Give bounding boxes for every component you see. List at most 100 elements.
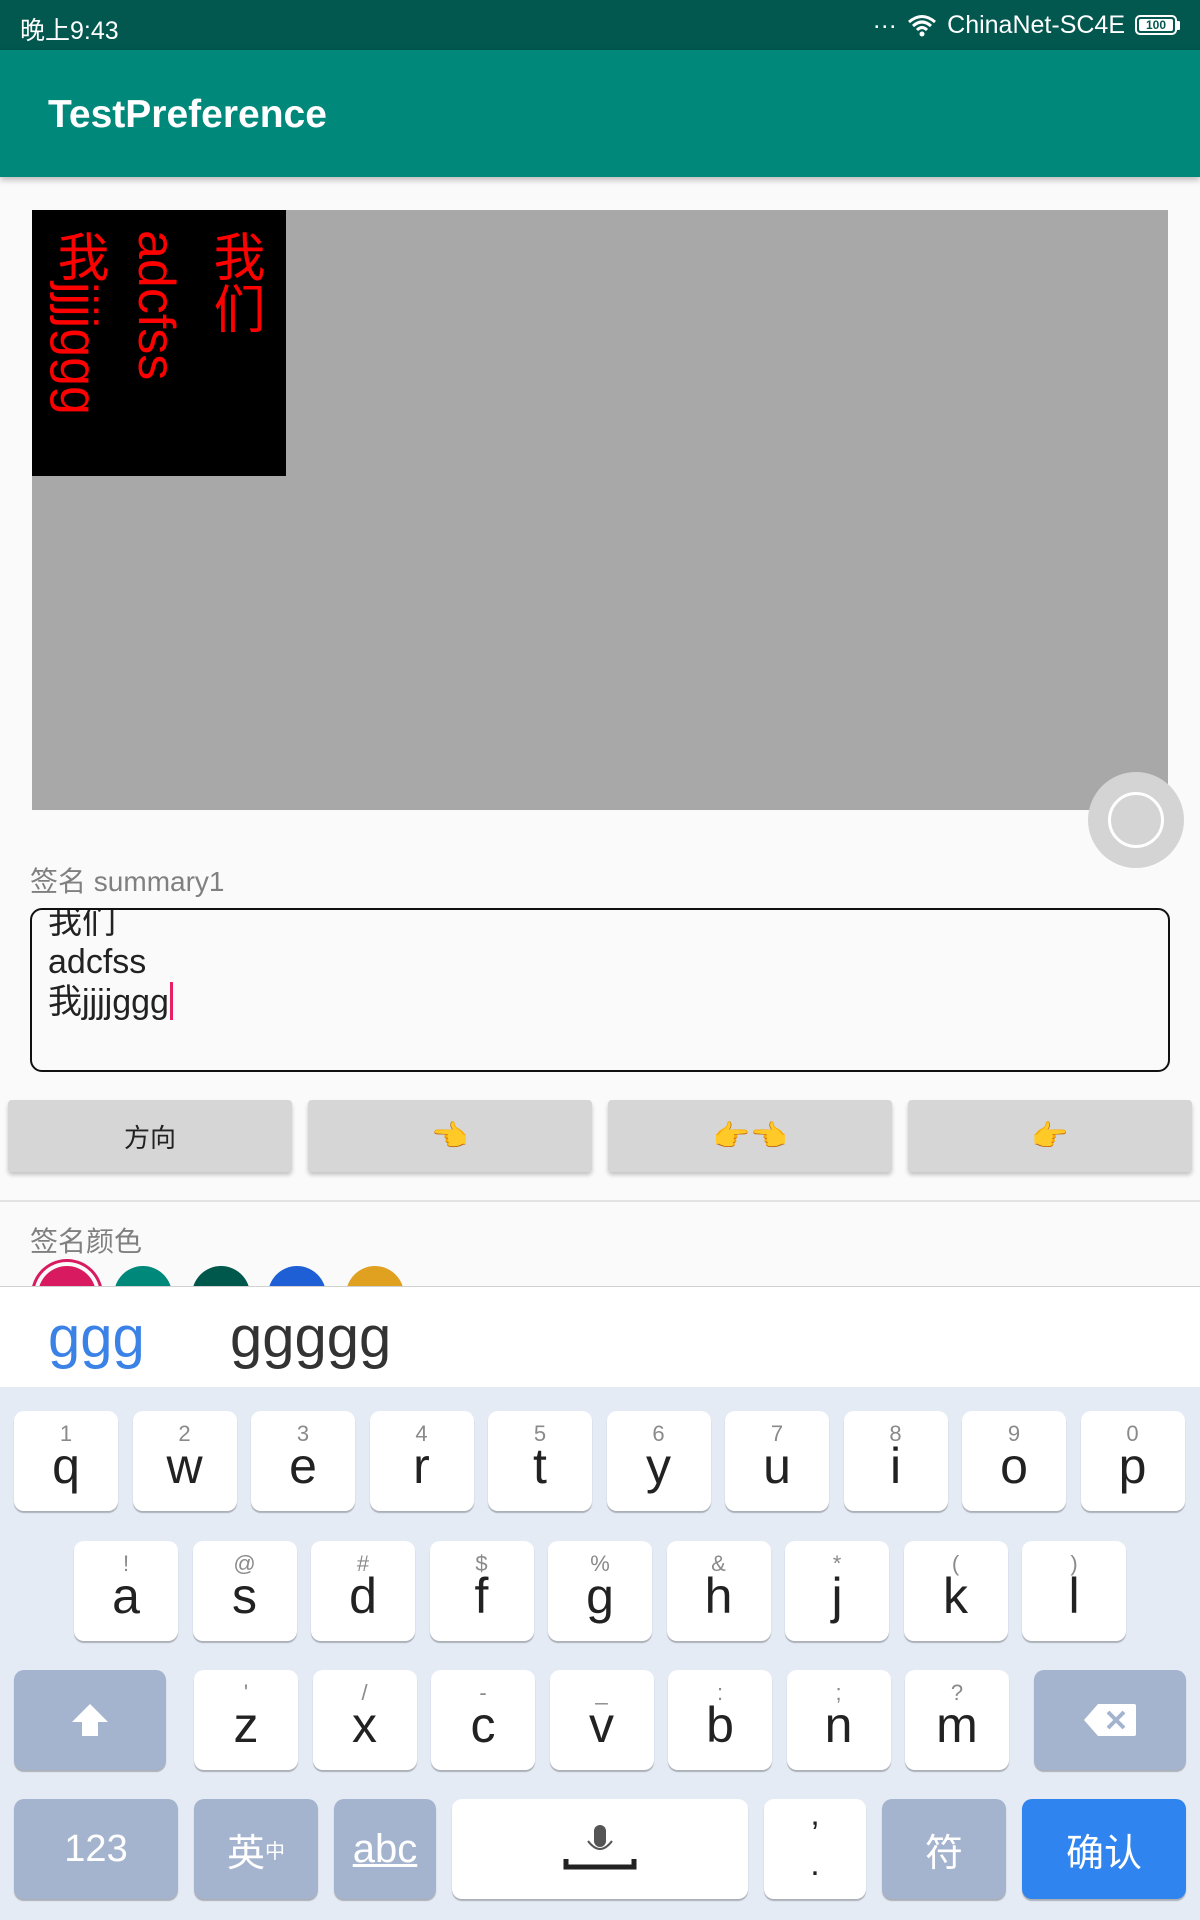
key-o[interactable]: 9o [962, 1411, 1066, 1511]
app-bar: TestPreference [0, 50, 1200, 177]
candidate-word[interactable]: ggggg [230, 1309, 391, 1367]
signature-label: 签名 [30, 866, 87, 897]
key-d[interactable]: # d [311, 1541, 415, 1641]
key-label: h [704, 1568, 733, 1624]
microphone-icon [563, 1825, 637, 1870]
align-right-button[interactable]: 👉 [908, 1100, 1192, 1172]
key-h[interactable]: & h [666, 1541, 771, 1641]
signature-text: 我们 adcfss 我jjjjggg [48, 908, 173, 1022]
direction-button[interactable]: 方向 [8, 1100, 292, 1172]
key-label: f [474, 1568, 489, 1624]
key-v[interactable]: _ v [549, 1670, 654, 1770]
candidate-bar: ggg ggggg [0, 1287, 1200, 1387]
status-bar: 晚上9:43 ... ChinaNet-SC4E 100 [0, 0, 1200, 50]
text-line: 我们 [48, 908, 116, 941]
signature-color-label: 签名颜色 [30, 1226, 143, 1257]
key-g[interactable]: % g [548, 1541, 652, 1641]
status-time: 晚上9:43 [20, 17, 119, 45]
key-label: s [232, 1568, 257, 1624]
text-line: adcfss [48, 943, 147, 981]
key-label: k [943, 1568, 968, 1624]
divider [0, 1200, 1200, 1202]
key-x[interactable]: / x [312, 1670, 417, 1770]
key-label: b [706, 1697, 734, 1753]
key-label: d [349, 1568, 377, 1624]
soft-keyboard: ggg ggggg 1q2w3e4r5t6y7u8i9o0p ! a @ s # d $ f%… [0, 1286, 1200, 1920]
key-i[interactable]: 8i [843, 1411, 948, 1511]
status-right: ... ChinaNet-SC4E 100 [873, 5, 1180, 40]
key-e[interactable]: 3e [251, 1411, 355, 1511]
key-z[interactable]: ' z [194, 1670, 298, 1770]
signature-column: 我jjjjggg [49, 230, 107, 415]
key-b[interactable]: :b [668, 1670, 772, 1770]
shift-key[interactable] [14, 1670, 166, 1770]
signature-column: adcfss [127, 230, 185, 381]
symbols-key[interactable]: 符 [882, 1799, 1006, 1899]
wifi-icon [908, 15, 937, 37]
battery-level: 100 [1139, 19, 1173, 32]
language-sub: 中 [265, 1840, 285, 1863]
key-j[interactable]: * j [785, 1541, 889, 1641]
key-label: m [936, 1697, 978, 1753]
key-l[interactable]: ) l [1022, 1541, 1126, 1641]
key-k[interactable]: (k [903, 1541, 1008, 1641]
floating-action-button[interactable] [1088, 772, 1184, 868]
key-label: u [763, 1438, 791, 1494]
battery-icon: 100 [1135, 14, 1180, 36]
align-center-button[interactable]: 👉👈 [608, 1100, 892, 1172]
key-label: n [824, 1697, 853, 1753]
key-label: l [1068, 1568, 1080, 1624]
key-label: e [289, 1438, 317, 1494]
key-label: x [352, 1697, 377, 1753]
abc-mode-key[interactable]: abc [334, 1799, 436, 1899]
key-label: t [533, 1438, 547, 1494]
backspace-icon [1084, 1704, 1136, 1736]
key-label: r [413, 1438, 430, 1494]
key-m[interactable]: ? m [905, 1670, 1009, 1770]
key-label: o [1000, 1438, 1028, 1494]
key-w[interactable]: 2w [132, 1411, 237, 1511]
key-label: y [646, 1438, 671, 1494]
key-r[interactable]: 4r [369, 1411, 474, 1511]
confirm-key[interactable]: 确认 [1022, 1799, 1186, 1899]
key-u[interactable]: 7u [725, 1411, 829, 1511]
key-f[interactable]: $ f [429, 1541, 534, 1641]
key-label: j [831, 1568, 843, 1624]
key-n[interactable]: ; n [786, 1670, 891, 1770]
text-caret [169, 982, 173, 1020]
language-label: 英 [226, 1832, 265, 1875]
key-label: g [586, 1568, 614, 1624]
key-label: i [889, 1438, 902, 1494]
key-s[interactable]: @ s [192, 1541, 297, 1641]
key-q[interactable]: 1q [14, 1411, 118, 1511]
period-label: . [810, 1845, 820, 1883]
candidate-word[interactable]: ggg [48, 1309, 145, 1367]
app-title: TestPreference [48, 93, 327, 136]
key-label: z [233, 1697, 259, 1753]
key-label: w [166, 1438, 203, 1494]
more-dots: ... [873, 5, 898, 34]
language-switch-key[interactable]: 英中 [194, 1799, 318, 1899]
key-label: a [112, 1568, 140, 1624]
signature-render: 我们 adcfss 我jjjjggg [32, 210, 286, 476]
key-c[interactable]: -c [431, 1670, 535, 1770]
number-mode-key[interactable]: 123 [14, 1799, 178, 1899]
network-name: ChinaNet-SC4E [947, 10, 1125, 39]
fab-circle-icon [1108, 792, 1164, 848]
signature-input[interactable]: 我们 adcfss 我jjjjggg [30, 908, 1170, 1072]
key-label: q [52, 1438, 80, 1494]
key-y[interactable]: 6y [606, 1411, 711, 1511]
key-p[interactable]: 0p [1080, 1411, 1185, 1511]
backspace-key[interactable] [1034, 1670, 1186, 1770]
text-line: 我jjjjggg [48, 983, 169, 1021]
signature-summary: 签名 summary1 [30, 860, 225, 900]
signature-column: 我们 [205, 230, 263, 334]
key-label: c [470, 1697, 496, 1753]
key-label: v [589, 1697, 614, 1753]
align-left-button[interactable]: 👈 [308, 1100, 592, 1172]
key-label: p [1118, 1438, 1147, 1494]
comma-period-key[interactable]: ’ . [764, 1799, 866, 1899]
key-a[interactable]: ! a [74, 1541, 178, 1641]
space-key[interactable] [452, 1799, 748, 1899]
key-t[interactable]: 5t [488, 1411, 592, 1511]
